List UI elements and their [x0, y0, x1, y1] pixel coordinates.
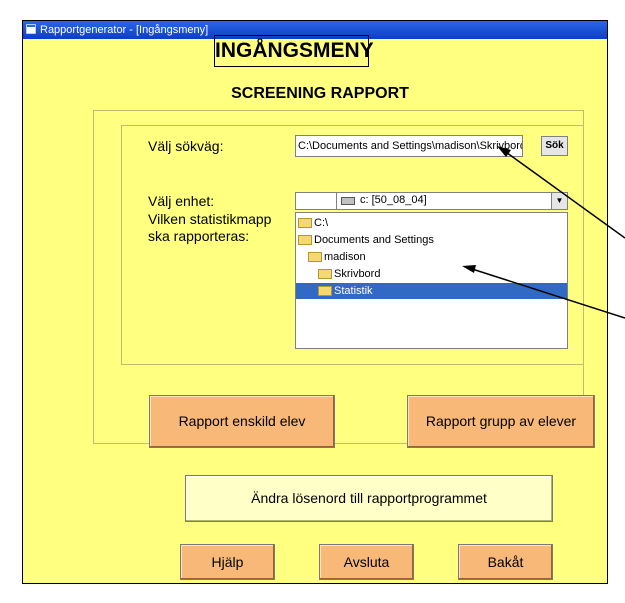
annotation-arrowhead: [497, 146, 511, 157]
annotation-arrow: [468, 267, 625, 319]
annotation-arrow: [502, 149, 625, 239]
annotation-arrowhead: [462, 265, 476, 273]
annotation-arrows: [462, 146, 625, 319]
